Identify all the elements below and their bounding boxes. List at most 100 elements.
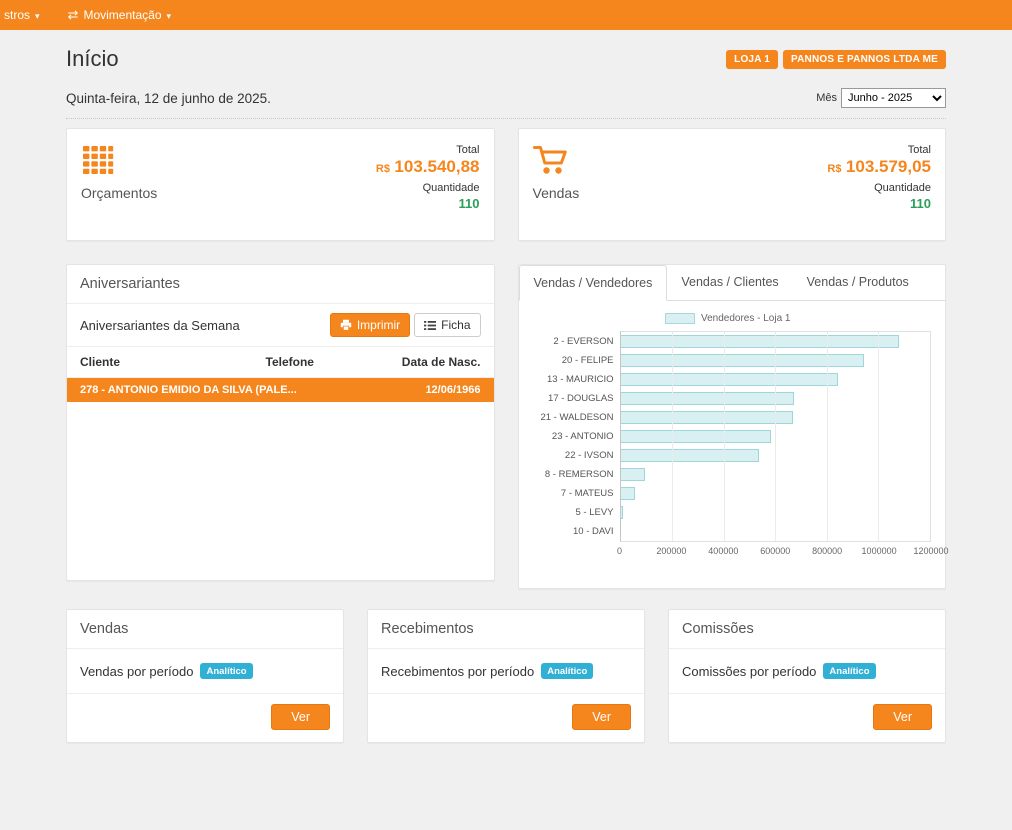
chart-category-label: 13 - MAURICIO [525, 370, 620, 389]
card-body: Vendas por período Analítico [67, 649, 343, 694]
birthday-client-name: 278 - ANTONIO EMIDIO DA SILVA (PALE... [80, 384, 297, 396]
chart-category-label: 22 - IVSON [525, 446, 620, 465]
column-cliente: Cliente [80, 355, 266, 369]
bar-chart: 2 - EVERSON20 - FELIPE13 - MAURICIO17 - … [525, 331, 932, 542]
orcamentos-card: Orçamentos Total R$ 103.540,88 Quantidad… [66, 128, 495, 241]
birthday-table-header: Cliente Telefone Data de Nasc. [67, 347, 494, 378]
caret-down-icon: ▾ [167, 11, 172, 22]
card-title: Recebimentos [368, 610, 644, 649]
page-title: Início [66, 46, 119, 72]
chart-gridline [878, 332, 879, 541]
ficha-button-label: Ficha [441, 318, 470, 332]
dotted-separator [66, 118, 946, 119]
card-body-text: Comissões por período [682, 664, 816, 679]
column-data-nasc: Data de Nasc. [386, 355, 481, 369]
chart-xtick-label: 200000 [656, 546, 686, 556]
current-date: Quinta-feira, 12 de junho de 2025. [66, 91, 271, 106]
chart-xtick-label: 1200000 [913, 546, 948, 556]
chart-xtick-label: 400000 [708, 546, 738, 556]
analitico-badge: Analítico [541, 663, 593, 679]
company-badge[interactable]: PANNOS E PANNOS LTDA ME [783, 50, 946, 69]
title-row: Início LOJA 1 PANNOS E PANNOS LTDA ME [66, 46, 946, 72]
aniversariantes-title: Aniversariantes [67, 265, 494, 304]
caret-down-icon: ▾ [35, 11, 40, 22]
chart-category-label: 2 - EVERSON [525, 332, 620, 351]
chart-xtick-label: 1000000 [862, 546, 897, 556]
tab-vendas-produtos[interactable]: Vendas / Produtos [793, 265, 923, 300]
imprimir-button-label: Imprimir [357, 318, 400, 332]
chart-category-label: 23 - ANTONIO [525, 427, 620, 446]
cart-icon [533, 144, 580, 176]
nav-item-movimentacao[interactable]: ⇄ Movimentação ▾ [56, 0, 183, 30]
tab-vendas-clientes[interactable]: Vendas / Clientes [667, 265, 792, 300]
currency-symbol: R$ [827, 163, 841, 175]
month-picker: Mês Junho - 2025 [816, 88, 946, 108]
card-body: Recebimentos por período Analítico [368, 649, 644, 694]
list-icon [424, 320, 436, 331]
quantity-value: 110 [827, 196, 931, 211]
header-badges: LOJA 1 PANNOS E PANNOS LTDA ME [726, 50, 946, 69]
nav-item-label: Movimentação [83, 8, 161, 22]
ver-recebimentos-button[interactable]: Ver [572, 704, 631, 730]
total-amount: 103.579,05 [846, 157, 931, 176]
chart-category-label: 20 - FELIPE [525, 351, 620, 370]
chart-bar [621, 373, 839, 386]
month-select[interactable]: Junho - 2025 [841, 88, 946, 108]
chart-xtick-label: 0 [617, 546, 622, 556]
card-body-text: Vendas por período [80, 664, 193, 679]
column-telefone: Telefone [266, 355, 386, 369]
quantity-label: Quantidade [827, 182, 931, 194]
orcamentos-card-totals: Total R$ 103.540,88 Quantidade 110 [376, 144, 480, 228]
month-label: Mês [816, 92, 837, 104]
card-footer: Ver [67, 694, 343, 742]
imprimir-button[interactable]: Imprimir [330, 313, 410, 337]
nav-item-cadastros[interactable]: stros ▾ [0, 0, 52, 30]
card-body-text: Recebimentos por período [381, 664, 534, 679]
vendas-card: Vendas Total R$ 103.579,05 Quantidade 11… [518, 128, 947, 241]
chart-gridline [724, 332, 725, 541]
card-title: Vendas [533, 185, 580, 201]
orcamentos-card-left: Orçamentos [81, 144, 157, 228]
tab-vendas-vendedores[interactable]: Vendas / Vendedores [519, 265, 668, 301]
chart-bar [621, 430, 771, 443]
chart-body: Vendedores - Loja 1 2 - EVERSON20 - FELI… [519, 301, 946, 563]
aniversariantes-card: Aniversariantes Aniversariantes da Seman… [66, 264, 495, 581]
chart-category-label: 17 - DOUGLAS [525, 389, 620, 408]
aniversariantes-buttons: Imprimir Ficha [330, 313, 481, 337]
ficha-button[interactable]: Ficha [414, 313, 480, 337]
nav-item-label: stros [4, 8, 30, 22]
chart-category-label: 8 - REMERSON [525, 465, 620, 484]
store-badge[interactable]: LOJA 1 [726, 50, 778, 69]
ver-vendas-button[interactable]: Ver [271, 704, 330, 730]
total-label: Total [827, 144, 931, 156]
analitico-badge: Analítico [823, 663, 875, 679]
chart-gridline [672, 332, 673, 541]
card-title: Orçamentos [81, 185, 157, 201]
birthday-row[interactable]: 278 - ANTONIO EMIDIO DA SILVA (PALE... 1… [67, 378, 494, 402]
card-body: Comissões por período Analítico [669, 649, 945, 694]
chart-bar [621, 411, 793, 424]
chart-xtick-label: 600000 [760, 546, 790, 556]
chart-category-label: 5 - LEVY [525, 503, 620, 522]
quantity-value: 110 [376, 196, 480, 211]
chart-bar [621, 449, 760, 462]
chart-xticks: 020000040000060000080000010000001200000 [620, 542, 932, 557]
chart-category-label: 21 - WALDESON [525, 408, 620, 427]
card-footer: Ver [368, 694, 644, 742]
date-row: Quinta-feira, 12 de junho de 2025. Mês J… [66, 88, 946, 108]
printer-icon [340, 319, 352, 331]
chart-bar [621, 487, 636, 500]
calculator-icon [81, 144, 157, 176]
chart-gridline [775, 332, 776, 541]
chart-bar [621, 506, 623, 519]
chart-legend[interactable]: Vendedores - Loja 1 [525, 313, 932, 324]
chart-category-label: 7 - MATEUS [525, 484, 620, 503]
vendas-card-left: Vendas [533, 144, 580, 228]
vendas-periodo-card: Vendas Vendas por período Analítico Ver [66, 609, 344, 743]
card-title: Vendas [67, 610, 343, 649]
chart-bar [621, 335, 900, 348]
card-title: Comissões [669, 610, 945, 649]
vendas-card-totals: Total R$ 103.579,05 Quantidade 110 [827, 144, 931, 228]
ver-comissoes-button[interactable]: Ver [873, 704, 932, 730]
comissoes-periodo-card: Comissões Comissões por período Analític… [668, 609, 946, 743]
